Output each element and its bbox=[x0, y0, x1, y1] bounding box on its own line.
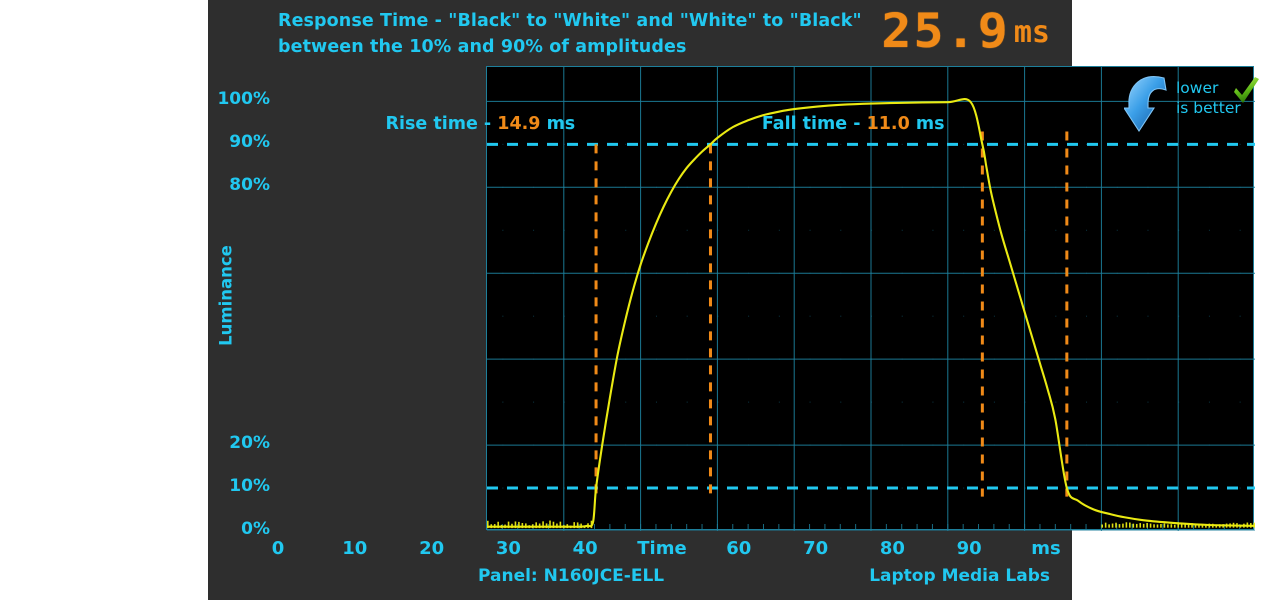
x-tick-label: ms bbox=[1016, 538, 1076, 559]
chart-title: Response Time - "Black" to "White" and "… bbox=[278, 8, 878, 60]
x-tick-label: 30 bbox=[478, 538, 538, 559]
fall-time-annotation: Fall time - 11.0 ms bbox=[762, 114, 945, 134]
green-check-icon bbox=[1232, 76, 1260, 108]
y-tick-label: 20% bbox=[208, 433, 270, 453]
x-tick-label: 90 bbox=[939, 538, 999, 559]
rise-time-annotation: Rise time - 14.9 ms bbox=[386, 114, 576, 134]
fall-time-unit: ms bbox=[910, 114, 945, 134]
total-response-time-readout: 25.9 ms bbox=[885, 4, 1050, 59]
chart-canvas bbox=[487, 67, 1255, 531]
rise-time-unit: ms bbox=[540, 114, 575, 134]
y-tick-label: 10% bbox=[208, 476, 270, 496]
x-tick-label: Time bbox=[632, 538, 692, 559]
panel-model-label: Panel: N160JCE-ELL bbox=[478, 566, 664, 586]
y-tick-label: 80% bbox=[208, 175, 270, 195]
x-tick-label: 70 bbox=[786, 538, 846, 559]
readout-value: 25.9 bbox=[881, 4, 1009, 59]
y-tick-label: 100% bbox=[208, 89, 270, 109]
chart-screenshot: Response Time - "Black" to "White" and "… bbox=[0, 0, 1280, 600]
instrument-panel: Response Time - "Black" to "White" and "… bbox=[208, 0, 1072, 600]
credit-label: Laptop Media Labs bbox=[869, 566, 1050, 586]
x-tick-label: 20 bbox=[402, 538, 462, 559]
x-tick-label: 10 bbox=[325, 538, 385, 559]
lower-is-better-badge: lower is better bbox=[1124, 74, 1256, 136]
x-tick-label: 0 bbox=[248, 538, 308, 559]
y-axis-caption: Luminance bbox=[217, 236, 236, 356]
x-tick-label: 60 bbox=[709, 538, 769, 559]
y-tick-label: 90% bbox=[208, 132, 270, 152]
rise-time-prefix: Rise time - bbox=[386, 114, 498, 134]
y-tick-label: 0% bbox=[208, 519, 270, 539]
x-tick-label: 80 bbox=[862, 538, 922, 559]
x-tick-label: 40 bbox=[555, 538, 615, 559]
fall-time-prefix: Fall time - bbox=[762, 114, 867, 134]
chart-title-line2: between the 10% and 90% of amplitudes bbox=[278, 34, 878, 60]
rise-time-value: 14.9 bbox=[497, 114, 540, 134]
down-arrow-icon bbox=[1124, 74, 1174, 134]
fall-time-value: 11.0 bbox=[867, 114, 910, 134]
readout-unit: ms bbox=[1014, 15, 1050, 50]
chart-title-line1: Response Time - "Black" to "White" and "… bbox=[278, 11, 862, 31]
